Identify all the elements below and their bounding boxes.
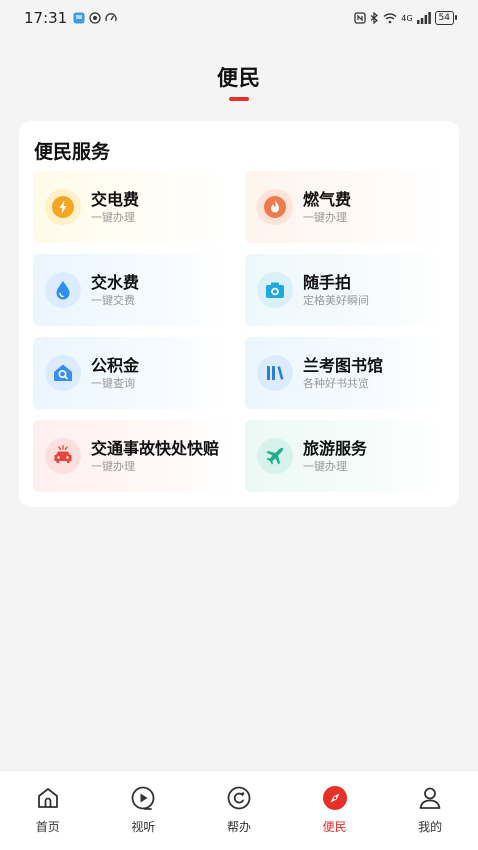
signal-icon xyxy=(416,12,431,24)
network-type: 4G xyxy=(401,13,413,23)
airplane-icon xyxy=(257,438,293,474)
service-subtitle: 一键办理 xyxy=(303,210,347,224)
nav-label: 帮办 xyxy=(226,820,251,834)
camera-icon xyxy=(257,272,293,308)
home-icon xyxy=(34,784,62,812)
nfc-icon xyxy=(354,12,366,24)
service-subtitle: 一键办理 xyxy=(91,210,135,224)
house-search-icon xyxy=(45,355,81,391)
nav-item-help[interactable]: 帮办 xyxy=(191,771,287,850)
nav-label: 便民 xyxy=(322,820,347,834)
service-tile-water[interactable]: 交水费 一键交费 xyxy=(33,254,231,326)
status-time: 17:31 xyxy=(24,9,68,27)
service-subtitle: 各种好书共览 xyxy=(303,376,369,390)
nav-label: 首页 xyxy=(35,820,60,834)
service-subtitle: 一键办理 xyxy=(91,459,135,473)
service-tile-electricity[interactable]: 交电费 一键办理 xyxy=(33,171,231,243)
user-icon xyxy=(416,784,444,812)
nav-item-convenience[interactable]: 便民 xyxy=(287,771,383,850)
nav-item-home[interactable]: 首页 xyxy=(0,771,96,850)
service-title: 旅游服务 xyxy=(303,438,368,458)
service-tile-traffic-accident[interactable]: 交通事故快处快赔 一键办理 xyxy=(33,420,231,492)
nav-label: 视听 xyxy=(131,820,156,834)
battery-indicator: 54 xyxy=(434,11,458,25)
play-icon xyxy=(129,784,157,812)
nav-item-media[interactable]: 视听 xyxy=(96,771,192,850)
water-drop-icon xyxy=(45,272,81,308)
speed-gauge-icon xyxy=(105,13,117,22)
section-title: 便民服务 xyxy=(34,141,111,163)
service-tile-library[interactable]: 兰考图书馆 各种好书共览 xyxy=(245,337,443,409)
service-subtitle: 一键交费 xyxy=(91,293,135,307)
flame-icon xyxy=(257,189,293,225)
lightning-icon xyxy=(45,189,81,225)
service-title: 公积金 xyxy=(91,355,140,375)
status-right: 4G 54 xyxy=(354,11,458,25)
nav-label: 我的 xyxy=(418,820,443,834)
service-tile-tourism[interactable]: 旅游服务 一键办理 xyxy=(245,420,443,492)
page-title: 便民 xyxy=(217,66,261,90)
car-accident-icon xyxy=(45,438,81,474)
compass-icon xyxy=(321,784,349,812)
help-icon xyxy=(225,784,253,812)
services-card: 便民服务 交电费 一键办理 燃气费 一键办理 交水费 一键交费 随手拍 定格美好… xyxy=(19,121,459,507)
app-notification-icon xyxy=(89,12,101,24)
status-left: 17:31 xyxy=(24,9,117,27)
title-underline xyxy=(229,97,249,101)
service-title: 燃气费 xyxy=(303,189,352,209)
nav-item-profile[interactable]: 我的 xyxy=(382,771,478,850)
service-subtitle: 一键查询 xyxy=(91,376,135,390)
service-tile-snapshot[interactable]: 随手拍 定格美好瞬间 xyxy=(245,254,443,326)
service-title: 交电费 xyxy=(91,189,140,209)
service-subtitle: 一键办理 xyxy=(303,459,347,473)
message-app-icon xyxy=(73,12,85,24)
books-icon xyxy=(257,355,293,391)
service-title: 交水费 xyxy=(91,272,140,292)
service-title: 随手拍 xyxy=(303,272,352,292)
bottom-nav: 首页 视听 帮办 便民 我的 xyxy=(0,770,478,850)
wifi-icon xyxy=(383,13,397,24)
bluetooth-icon xyxy=(370,12,379,24)
service-title: 兰考图书馆 xyxy=(303,355,384,375)
service-tile-gas[interactable]: 燃气费 一键办理 xyxy=(245,171,443,243)
service-tile-housing-fund[interactable]: 公积金 一键查询 xyxy=(33,337,231,409)
service-title: 交通事故快处快赔 xyxy=(91,438,220,458)
service-subtitle: 定格美好瞬间 xyxy=(303,293,369,307)
status-bar: 17:31 4G 54 xyxy=(0,0,478,36)
